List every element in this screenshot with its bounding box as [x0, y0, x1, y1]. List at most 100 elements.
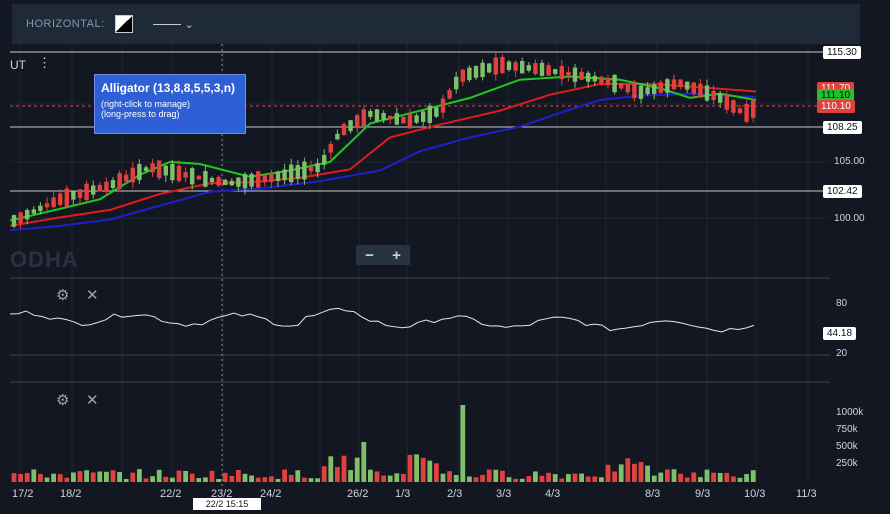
time-axis-label: 9/3: [695, 488, 711, 500]
candle-body: [718, 93, 723, 103]
rsi-close-icon[interactable]: ✕: [86, 286, 99, 304]
volume-bar: [605, 464, 611, 482]
hline-label-115-30: 115.30: [823, 46, 861, 59]
volume-bar: [255, 477, 261, 482]
volume-bar: [401, 473, 406, 482]
candle-body: [355, 115, 360, 129]
volume-bar: [288, 474, 294, 482]
volume-bar: [473, 477, 479, 482]
candle-body: [209, 178, 215, 183]
candle-body: [97, 184, 102, 192]
watermark-logo: ODHA: [10, 247, 79, 272]
candle-body: [31, 209, 36, 214]
volume-bar: [407, 454, 413, 482]
volume-bar: [170, 477, 175, 482]
time-axis-label: 4/3: [545, 488, 561, 500]
time-axis-label: 22/2: [160, 488, 182, 500]
candle-body: [302, 161, 307, 180]
time-axis-label: 2/3: [447, 488, 463, 500]
candle-body: [124, 174, 129, 182]
candle-body: [328, 143, 333, 153]
volume-bar: [275, 478, 281, 482]
candle-body: [170, 163, 175, 181]
candle-body: [731, 100, 736, 113]
volume-axis-tick: 250k: [836, 458, 858, 469]
volume-bar: [51, 473, 56, 482]
candle-body: [25, 209, 30, 220]
volume-bar: [427, 460, 433, 482]
candle-body: [553, 69, 558, 74]
candle-body: [71, 191, 76, 200]
candle-body: [473, 66, 479, 78]
volume-bar: [566, 474, 571, 482]
tooltip-hint-drag: (long-press to drag): [101, 109, 180, 119]
candle-body: [454, 76, 459, 90]
candle-body: [414, 115, 419, 123]
volume-bar: [486, 469, 492, 482]
rsi-settings-gear-icon[interactable]: ⚙: [56, 286, 69, 304]
volume-close-icon[interactable]: ✕: [86, 391, 99, 409]
volume-bar: [282, 469, 287, 482]
candle-body: [526, 65, 531, 71]
candle-body: [427, 105, 432, 123]
volume-bar: [645, 465, 650, 482]
alligator-indicator-tooltip[interactable]: Alligator (13,8,8,5,5,3,n) (right-click …: [94, 74, 246, 134]
time-axis-label: 18/2: [60, 488, 82, 500]
candle-body: [117, 173, 122, 189]
time-axis-label: 1/3: [395, 488, 411, 500]
time-axis-label: 11/3: [796, 488, 817, 500]
volume-bar: [420, 457, 426, 482]
zoom-out-button[interactable]: −: [365, 247, 374, 264]
volume-bar: [460, 405, 466, 482]
candle-body: [11, 215, 17, 227]
candle-body: [645, 87, 650, 95]
candle-body: [374, 109, 380, 122]
time-axis-label: 3/3: [496, 488, 512, 500]
candle-body: [249, 173, 254, 187]
volume-bar: [638, 462, 644, 482]
zoom-in-button[interactable]: +: [392, 247, 401, 264]
candle-body: [130, 167, 135, 183]
volume-bar: [137, 469, 142, 482]
volume-bar: [222, 472, 228, 482]
volume-bar: [618, 464, 624, 482]
volume-bar: [387, 475, 393, 482]
candle-body: [322, 154, 327, 165]
candle-body: [157, 160, 162, 178]
time-axis-label: 8/3: [645, 488, 661, 500]
volume-bar: [216, 478, 221, 482]
candle-body: [203, 171, 208, 187]
price-axis-tick: 100.00: [834, 213, 865, 224]
more-options-icon[interactable]: ⋮: [38, 56, 51, 69]
candle-body: [216, 176, 221, 186]
volume-bar: [295, 470, 301, 482]
candle-body: [196, 175, 201, 180]
candle-body: [176, 165, 182, 181]
volume-bar: [651, 475, 657, 482]
candle-body: [467, 67, 472, 80]
volume-bar: [249, 475, 254, 482]
candle-body: [513, 62, 518, 71]
candle-body: [223, 179, 228, 186]
candle-body: [460, 69, 465, 82]
candle-body: [262, 174, 267, 183]
volume-bar: [189, 473, 195, 482]
volume-bar: [341, 455, 347, 482]
candle-body: [440, 98, 446, 113]
candle-body: [256, 171, 261, 188]
volume-bar: [156, 469, 162, 482]
candle-body: [533, 63, 538, 75]
candle-body: [51, 197, 56, 208]
candle-body: [38, 205, 43, 212]
volume-bar: [539, 475, 545, 482]
candle-body: [44, 203, 50, 208]
candle-body: [572, 67, 578, 82]
volume-bar: [328, 456, 334, 482]
volume-bar: [143, 478, 149, 482]
candle-body: [143, 167, 149, 171]
volume-bar: [691, 472, 697, 482]
volume-bar: [302, 477, 307, 482]
volume-settings-gear-icon[interactable]: ⚙: [56, 391, 69, 409]
candle-body: [137, 164, 142, 181]
candle-body: [751, 100, 756, 118]
